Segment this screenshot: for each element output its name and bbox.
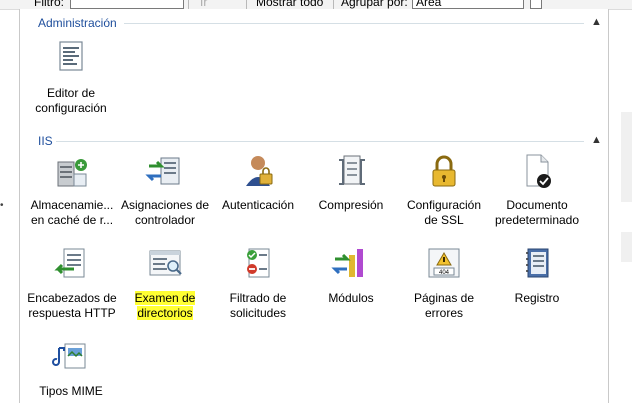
- feature-label: Almacenamie... en caché de r...: [30, 198, 114, 227]
- feature-default-document[interactable]: Documento predeterminado: [488, 152, 586, 228]
- left-edge-marker: •: [0, 200, 4, 211]
- collapse-chevron-icon[interactable]: ▲: [591, 134, 602, 146]
- group-by-select[interactable]: Área: [412, 0, 524, 9]
- feature-directory-browsing[interactable]: Examen de directorios: [116, 245, 214, 321]
- feature-editor-configuracion[interactable]: Editor de configuración: [22, 40, 120, 116]
- feature-ssl-settings[interactable]: Configuración de SSL: [395, 152, 493, 228]
- right-scroll-edge: [621, 232, 632, 262]
- view-toggle-icon[interactable]: [530, 0, 542, 9]
- feature-mime-types[interactable]: Tipos MIME: [22, 338, 120, 399]
- feature-logging[interactable]: Registro: [488, 245, 586, 306]
- handler-mappings-icon: [145, 157, 180, 185]
- http-headers-icon: [54, 248, 85, 278]
- filter-label: Filtro:: [34, 0, 64, 9]
- feature-authentication[interactable]: Autenticación: [209, 152, 307, 213]
- mime-types-icon: [52, 343, 86, 369]
- feature-label: Examen de directorios: [134, 291, 196, 320]
- feature-label: Registro: [514, 291, 560, 305]
- toolbar-separator: [246, 0, 247, 9]
- toolbar-separator: [188, 0, 189, 9]
- group-divider: [56, 141, 584, 142]
- feature-output-cache[interactable]: Almacenamie... en caché de r...: [23, 152, 121, 228]
- feature-request-filtering[interactable]: Filtrado de solicitudes: [209, 245, 307, 321]
- feature-label: Configuración de SSL: [406, 198, 482, 227]
- group-title-administracion[interactable]: Administración: [38, 16, 117, 30]
- group-divider: [124, 23, 584, 24]
- go-button[interactable]: Ir: [200, 0, 207, 9]
- request-filtering-icon: [247, 248, 270, 278]
- group-by-value: Área: [416, 0, 442, 9]
- show-all-button[interactable]: Mostrar todo: [256, 0, 323, 9]
- compression-icon: [339, 155, 365, 185]
- feature-label: Filtrado de solicitudes: [229, 291, 287, 320]
- default-document-icon: [526, 154, 551, 188]
- group-by-label: Agrupar por:: [341, 0, 408, 9]
- feature-http-response-headers[interactable]: Encabezados de respuesta HTTP: [23, 245, 121, 321]
- feature-label: Editor de configuración: [35, 86, 107, 115]
- right-scroll-edge: [621, 112, 632, 202]
- filter-input[interactable]: [70, 0, 184, 9]
- modules-icon: [331, 249, 363, 277]
- feature-label: Asignaciones de controlador: [120, 198, 210, 227]
- feature-modules[interactable]: Módulos: [302, 245, 400, 306]
- collapse-chevron-icon[interactable]: ▲: [591, 16, 602, 28]
- group-title-iis[interactable]: IIS: [38, 134, 53, 148]
- feature-label: Módulos: [328, 291, 374, 305]
- feature-label: Tipos MIME: [39, 384, 103, 398]
- feature-label: Encabezados de respuesta HTTP: [27, 291, 117, 320]
- feature-label: Autenticación: [221, 198, 295, 212]
- feature-error-pages[interactable]: 404 Páginas de errores: [395, 245, 493, 321]
- svg-text:404: 404: [439, 270, 450, 276]
- output-cache-icon: [57, 159, 87, 187]
- feature-label: Documento predeterminado: [494, 198, 580, 227]
- feature-label: Compresión: [318, 198, 384, 212]
- feature-label: Páginas de errores: [413, 291, 475, 320]
- ssl-lock-icon: [432, 155, 456, 187]
- error-pages-icon: 404: [428, 248, 460, 278]
- toolbar-separator: [333, 0, 334, 9]
- directory-browsing-icon: [149, 250, 182, 276]
- logging-icon: [526, 248, 549, 278]
- authentication-icon: [246, 156, 273, 186]
- config-editor-icon: [59, 41, 83, 71]
- feature-handler-mappings[interactable]: Asignaciones de controlador: [116, 152, 214, 228]
- feature-compression[interactable]: Compresión: [302, 152, 400, 213]
